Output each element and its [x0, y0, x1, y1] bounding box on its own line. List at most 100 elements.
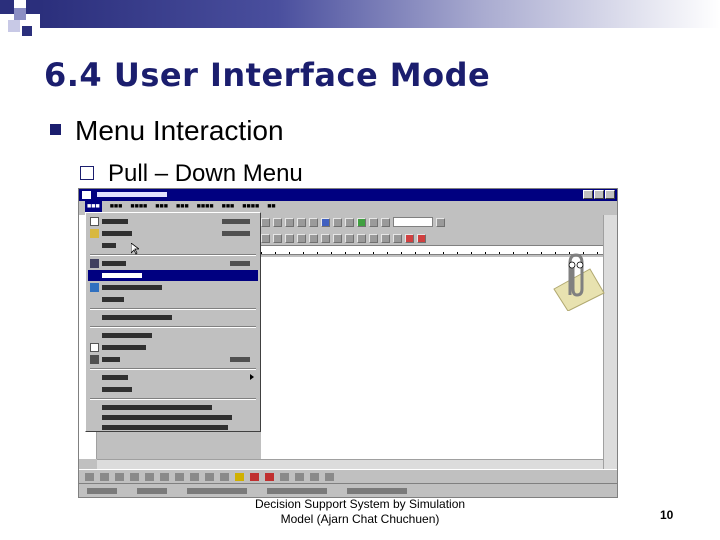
font-color-icon[interactable]	[417, 233, 426, 243]
menu-item-save-as-web[interactable]	[88, 282, 258, 293]
recent-file-3[interactable]	[88, 422, 258, 433]
bullets-icon[interactable]	[357, 233, 366, 243]
horizontal-scrollbar[interactable]	[97, 459, 603, 469]
textbox-icon[interactable]	[205, 472, 214, 481]
text-color-icon[interactable]	[265, 472, 274, 481]
underline-icon[interactable]	[285, 233, 294, 243]
word-screenshot: ■■■ ■■■ ■■■■ ■■■ ■■■ ■■■■ ■■■ ■■■■ ■■	[78, 188, 618, 498]
slide-title: 6.4 User Interface Mode	[44, 56, 491, 94]
numbering-icon[interactable]	[345, 233, 354, 243]
menu-separator	[90, 326, 256, 328]
header-gradient-band	[40, 0, 720, 28]
rectangle-icon[interactable]	[175, 472, 184, 481]
file-dropdown-menu	[85, 212, 261, 432]
page-number: 10	[660, 508, 674, 522]
hyperlink-icon[interactable]	[321, 217, 330, 227]
standard-toolbar	[261, 215, 603, 229]
line-icon[interactable]	[145, 472, 154, 481]
undo-icon[interactable]	[297, 217, 306, 227]
status-modes	[347, 487, 407, 494]
menu-item-web-preview[interactable]	[88, 312, 258, 323]
3d-icon[interactable]	[325, 472, 334, 481]
draw-menu-icon[interactable]	[85, 472, 94, 481]
align-center-icon[interactable]	[309, 233, 318, 243]
status-section	[137, 487, 167, 494]
italic-icon[interactable]	[273, 233, 282, 243]
decorative-header	[0, 0, 720, 42]
drawing-toolbar	[79, 469, 617, 483]
justify-icon[interactable]	[333, 233, 342, 243]
oval-icon[interactable]	[190, 472, 199, 481]
table-icon[interactable]	[333, 217, 342, 227]
status-page	[87, 487, 117, 494]
menu-item-properties[interactable]	[88, 384, 258, 395]
menu-item-page-setup[interactable]	[88, 330, 258, 341]
footer-line2: Model (Ajarn Chat Chuchuen)	[280, 512, 440, 526]
bold-icon[interactable]	[261, 233, 270, 243]
zoom-select[interactable]	[393, 217, 433, 227]
menu-separator	[90, 254, 256, 256]
deco-square	[26, 0, 40, 14]
menu-item-print[interactable]	[88, 354, 258, 365]
autoshapes-icon[interactable]	[130, 472, 139, 481]
menu-item-save[interactable]	[88, 258, 258, 269]
line-color-icon[interactable]	[250, 472, 259, 481]
close-button[interactable]	[605, 190, 615, 199]
status-line-col	[267, 487, 327, 494]
status-bar	[79, 483, 617, 497]
hollow-square-bullet-icon	[80, 165, 94, 180]
show-hide-icon[interactable]	[381, 217, 390, 227]
print-preview-icon	[90, 343, 99, 352]
minimize-button[interactable]	[583, 190, 593, 199]
menu-help[interactable]: ■■	[267, 201, 275, 213]
maximize-button[interactable]	[594, 190, 604, 199]
menu-item-open[interactable]	[88, 228, 258, 239]
menu-item-save-as[interactable]	[88, 270, 258, 281]
help-icon[interactable]	[436, 217, 445, 227]
menu-item-new[interactable]	[88, 216, 258, 227]
footer-line1: Decision Support System by Simulation	[254, 497, 466, 511]
word-titlebar	[79, 189, 617, 201]
save-disk-icon	[90, 259, 99, 268]
rotate-icon[interactable]	[115, 472, 124, 481]
dash-style-icon[interactable]	[295, 472, 304, 481]
status-position	[187, 487, 247, 494]
deco-square	[22, 26, 32, 36]
wordart-icon[interactable]	[220, 472, 229, 481]
bullet-level2: Pull – Down Menu	[80, 160, 303, 188]
fill-color-icon[interactable]	[235, 472, 244, 481]
menu-item-send-to[interactable]	[88, 372, 258, 383]
align-left-icon[interactable]	[297, 233, 306, 243]
menu-separator	[90, 398, 256, 400]
deco-square	[14, 8, 26, 20]
deco-square	[0, 0, 14, 14]
border-icon[interactable]	[393, 233, 402, 243]
shadow-icon[interactable]	[310, 472, 319, 481]
assistant-paperclip-icon[interactable]	[544, 249, 606, 311]
web-page-icon	[90, 283, 99, 292]
copy-icon[interactable]	[273, 217, 282, 227]
submenu-arrow-icon	[250, 374, 254, 380]
columns-icon[interactable]	[345, 217, 354, 227]
menu-separator	[90, 308, 256, 310]
menu-item-versions[interactable]	[88, 294, 258, 305]
align-right-icon[interactable]	[321, 233, 330, 243]
select-arrow-icon[interactable]	[100, 472, 109, 481]
menu-item-close[interactable]	[88, 240, 258, 251]
document-map-icon[interactable]	[369, 217, 378, 227]
line-style-icon[interactable]	[280, 472, 289, 481]
paste-icon[interactable]	[285, 217, 294, 227]
increase-indent-icon[interactable]	[381, 233, 390, 243]
mouse-cursor-icon	[131, 243, 139, 255]
menu-item-print-preview[interactable]	[88, 342, 258, 353]
cut-icon[interactable]	[261, 217, 270, 227]
highlight-icon[interactable]	[405, 233, 414, 243]
redo-icon[interactable]	[309, 217, 318, 227]
deco-square	[8, 20, 20, 32]
drawing-icon[interactable]	[357, 217, 366, 227]
formatting-toolbar	[261, 231, 603, 245]
decrease-indent-icon[interactable]	[369, 233, 378, 243]
open-folder-icon	[90, 229, 99, 238]
bullet-level1-text: Menu Interaction	[75, 115, 284, 146]
arrow-icon[interactable]	[160, 472, 169, 481]
